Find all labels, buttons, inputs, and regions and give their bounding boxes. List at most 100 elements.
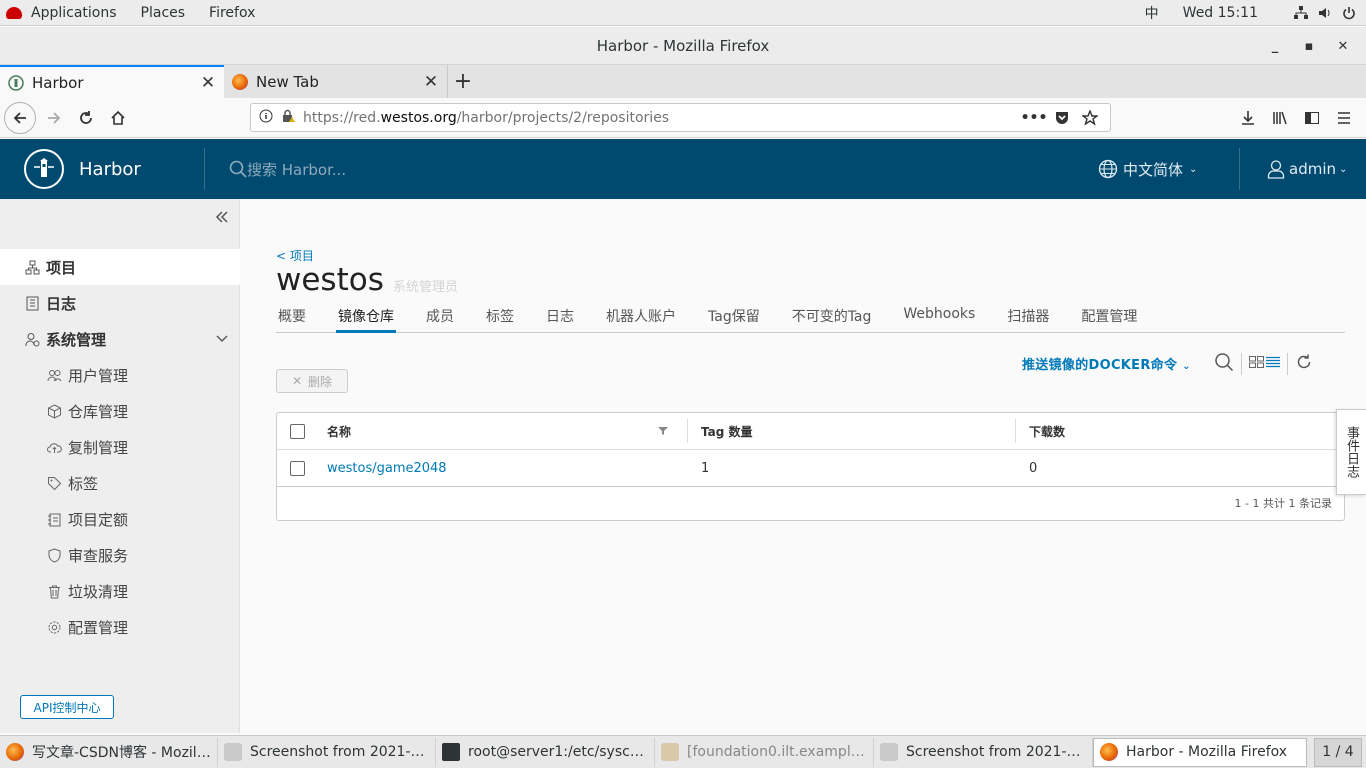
tab-summary[interactable]: 概要 [276,303,308,333]
tab-scanner[interactable]: 扫描器 [1005,303,1051,333]
global-search[interactable]: 搜索 Harbor... [229,159,346,180]
event-log-tab[interactable]: 事件日志 [1336,409,1366,495]
taskbar-item[interactable]: 写文章-CSDN博客 - Mozilla ... [0,737,218,767]
select-all-checkbox[interactable] [290,423,305,439]
sidebar-item-replications[interactable]: 复制管理 [0,429,240,465]
tab-tag-immutability[interactable]: 不可变的Tag [790,303,874,333]
sidebar-item-registries[interactable]: 仓库管理 [0,393,240,429]
remote-viewer-icon [661,743,679,761]
pocket-icon[interactable] [1048,110,1076,126]
column-header-name[interactable]: 名称 [327,423,351,440]
tab-robot-accounts[interactable]: 机器人账户 [604,303,678,333]
delete-button[interactable]: ✕ 删除 [276,369,348,393]
close-icon: ✕ [291,374,303,388]
collapse-sidebar-icon[interactable] [215,209,229,228]
username: admin [1289,160,1336,178]
search-icon[interactable] [1214,352,1234,376]
clock[interactable]: Wed 15:11 [1183,5,1258,21]
tab-tag-retention[interactable]: Tag保留 [706,303,762,333]
harbor-logo-icon[interactable] [24,149,64,189]
globe-icon [1098,159,1118,179]
chevron-down-icon[interactable] [216,330,228,348]
taskbar-item[interactable]: [foundation0.ilt.example.co... [655,737,874,767]
harbor-brand[interactable]: Harbor [79,159,204,180]
chevron-down-icon: ⌄ [1339,163,1348,175]
taskbar-item[interactable]: Screenshot from 2021-07-... [874,737,1093,767]
browser-tab-harbor[interactable]: Harbor ✕ [0,65,224,98]
firefox-favicon-icon [232,73,248,90]
input-method-indicator[interactable]: 中 [1145,3,1159,23]
insecure-lock-icon[interactable] [281,109,295,127]
sidebar: 项目 日志 系统管理 用户管理 仓库管理 复制管理 标签 项目定额 审查服务 垃… [0,199,240,733]
sidebar-item-administration[interactable]: 系统管理 [0,321,240,357]
hamburger-menu-icon[interactable] [1328,102,1360,134]
table-row[interactable]: westos/game2048 1 0 [277,450,1344,487]
sidebar-item-users[interactable]: 用户管理 [0,357,240,393]
tab-members[interactable]: 成员 [424,303,456,333]
column-header-tags[interactable]: Tag 数量 [701,423,753,440]
url-bar[interactable]: https://red.westos.org/harbor/projects/2… [250,103,1111,132]
power-icon[interactable] [1342,6,1356,20]
firefox-menu[interactable]: Firefox [209,5,255,21]
close-tab-icon[interactable]: ✕ [423,72,439,92]
window-title: Harbor - Mozilla Firefox [596,36,770,55]
user-menu[interactable]: admin ⌄ [1266,139,1347,199]
sidebar-item-labels[interactable]: 标签 [0,465,240,501]
sidebar-item-garbage-collection[interactable]: 垃圾清理 [0,573,240,609]
tab-labels[interactable]: 标签 [484,303,516,333]
header-divider [1239,148,1240,190]
tab-webhooks[interactable]: Webhooks [901,303,977,333]
library-icon[interactable] [1264,102,1296,134]
info-icon[interactable] [259,109,273,127]
browser-tab-newtab[interactable]: New Tab ✕ [224,65,448,98]
page-actions-icon[interactable]: ••• [1020,110,1048,126]
taskbar-item-active[interactable]: Harbor - Mozilla Firefox [1093,737,1307,767]
places-menu[interactable]: Places [141,5,186,21]
filter-icon[interactable] [658,425,668,439]
bookmark-star-icon[interactable] [1076,109,1104,126]
row-checkbox[interactable] [290,460,305,476]
card-view-icon[interactable] [1249,356,1264,372]
tab-repositories[interactable]: 镜像仓库 [336,303,396,333]
close-tab-icon[interactable]: ✕ [200,73,216,93]
sidebar-item-projects[interactable]: 项目 [0,249,240,285]
project-role: 系统管理员 [393,280,459,295]
trash-icon [46,583,62,599]
language-selector[interactable]: 中文简体 ⌄ [1098,139,1197,199]
column-header-pulls[interactable]: 下载数 [1029,423,1065,440]
downloads-icon[interactable] [1232,102,1264,134]
api-explorer-button[interactable]: API控制中心 [20,695,114,719]
taskbar-item[interactable]: Screenshot from 2021-07-... [218,737,436,767]
home-icon[interactable] [102,102,134,134]
reload-icon[interactable] [70,102,102,134]
close-window-icon[interactable]: ✕ [1326,39,1360,54]
harbor-header: Harbor 搜索 Harbor... 中文简体 ⌄ admin ⌄ [0,139,1366,199]
sidebar-item-interrogation-services[interactable]: 审查服务 [0,537,240,573]
minimize-icon[interactable]: _ [1258,39,1292,54]
refresh-icon[interactable] [1295,353,1313,375]
forward-icon[interactable] [38,102,70,134]
repository-link[interactable]: westos/game2048 [327,461,447,476]
toolbar-divider [1287,353,1288,375]
volume-icon[interactable] [1318,6,1332,20]
sidebar-item-logs[interactable]: 日志 [0,285,240,321]
back-icon[interactable] [4,101,36,134]
search-icon [229,160,247,178]
tab-configuration[interactable]: 配置管理 [1079,303,1139,333]
workspace-switcher[interactable]: 1 / 4 [1314,737,1362,767]
sidebar-item-configuration[interactable]: 配置管理 [0,609,240,645]
maximize-icon[interactable]: ▪ [1292,39,1326,54]
push-command-dropdown[interactable]: 推送镜像的DOCKER命令 ⌄ [1022,354,1191,373]
sidebar-toggle-icon[interactable] [1296,102,1328,134]
gear-icon [46,619,62,635]
applications-menu[interactable]: Applications [6,5,117,21]
tab-logs[interactable]: 日志 [544,303,576,333]
sidebar-item-quotas[interactable]: 项目定额 [0,501,240,537]
pull-count: 0 [1029,460,1038,476]
network-icon[interactable] [1294,5,1308,20]
list-view-icon[interactable] [1266,356,1280,372]
search-input[interactable]: 搜索 Harbor... [247,159,346,180]
taskbar-item[interactable]: root@server1:/etc/sysctl.d [436,737,655,767]
chevron-down-icon: ⌄ [1182,361,1191,372]
new-tab-icon[interactable]: + [448,65,478,98]
